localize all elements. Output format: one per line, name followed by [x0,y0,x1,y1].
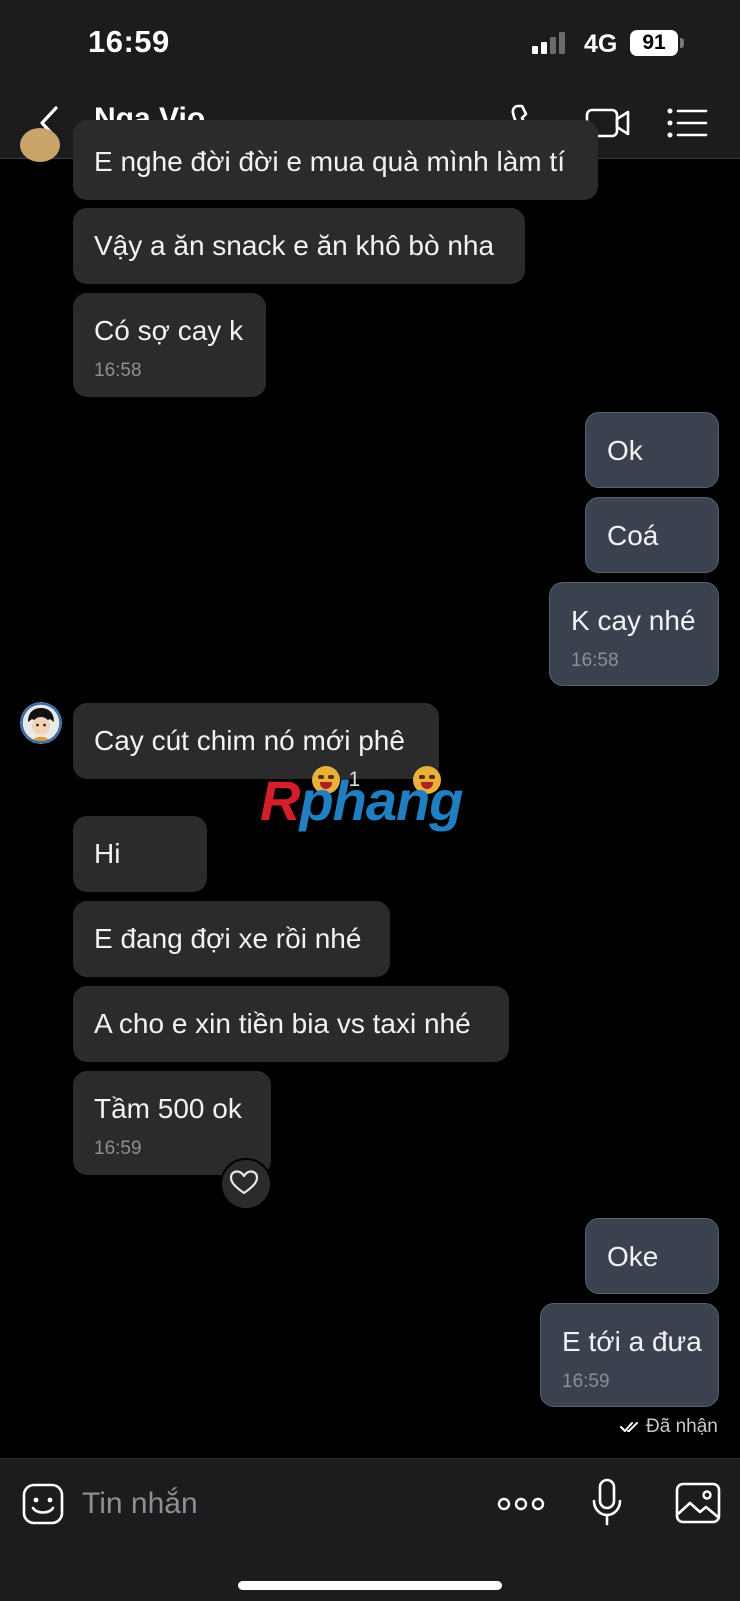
message-text: Có sợ cay k [94,315,244,346]
image-icon[interactable] [674,1481,722,1525]
status-time: 16:59 [88,24,170,59]
message-text: E tới a đưa [562,1326,702,1357]
message-text: Oke [607,1241,659,1272]
message-time: 16:59 [94,1138,142,1159]
watermark-part1: R [260,769,300,832]
message-bubble-incoming[interactable]: Có sợ cay k 16:58 [73,293,266,397]
message-composer [0,1458,740,1601]
battery-tip [680,38,684,48]
message-bubble-incoming[interactable]: A cho e xin tiền bia vs taxi nhé [73,986,509,1062]
microphone-icon[interactable] [590,1477,624,1527]
message-text: Hi [94,838,121,869]
menu-list-icon[interactable] [664,100,710,146]
message-bubble-incoming[interactable]: Hi [73,816,207,892]
message-text: A cho e xin tiền bia vs taxi nhé [94,1008,471,1039]
message-text: Vậy a ăn snack e ăn khô bò nha [94,230,495,261]
react-heart-button[interactable] [220,1158,272,1210]
message-bubble-outgoing[interactable]: Ok [585,412,719,488]
message-text: E nghe đời đời e mua quà mình làm tí [94,146,565,177]
message-bubble-outgoing[interactable]: Coá [585,497,719,573]
message-text: K cay nhé [571,605,696,636]
message-text: E đang đợi xe rồi nhé [94,923,362,954]
home-indicator [238,1581,502,1590]
message-bubble-outgoing[interactable]: K cay nhé 16:58 [549,582,719,686]
signal-icon [532,32,565,54]
watermark-part2: phang [299,769,463,832]
delivery-status: Đã nhận [620,1416,718,1438]
status-bar: 16:59 4G 91 [0,0,740,88]
heart-icon [229,1170,259,1195]
message-input[interactable] [80,1477,464,1531]
message-bubble-incoming[interactable]: E đang đợi xe rồi nhé [73,901,390,977]
message-time: 16:58 [94,360,142,381]
message-text: Cay cút chim nó mới phê [94,725,405,756]
message-text: Ok [607,435,643,466]
more-icon[interactable] [496,1481,546,1527]
message-bubble-incoming[interactable]: E nghe đời đời e mua quà mình làm tí [73,120,598,200]
watermark-logo: Rphang [260,768,463,833]
double-check-icon [620,1421,638,1432]
contact-avatar[interactable] [20,702,62,744]
message-bubble-incoming[interactable]: Vậy a ăn snack e ăn khô bò nha [73,208,525,284]
message-bubble-outgoing[interactable]: E tới a đưa 16:59 [540,1303,719,1407]
message-bubble-outgoing[interactable]: Oke [585,1218,719,1294]
battery-level: 91 [630,30,678,56]
contact-avatar[interactable] [20,128,60,162]
message-time: 16:59 [562,1371,610,1392]
message-text: Coá [607,520,659,551]
network-type: 4G [584,30,618,58]
delivery-status-text: Đã nhận [646,1416,718,1437]
message-text: Tầm 500 ok [94,1093,242,1124]
emoji-icon[interactable] [20,1481,66,1527]
message-time: 16:58 [571,650,619,671]
